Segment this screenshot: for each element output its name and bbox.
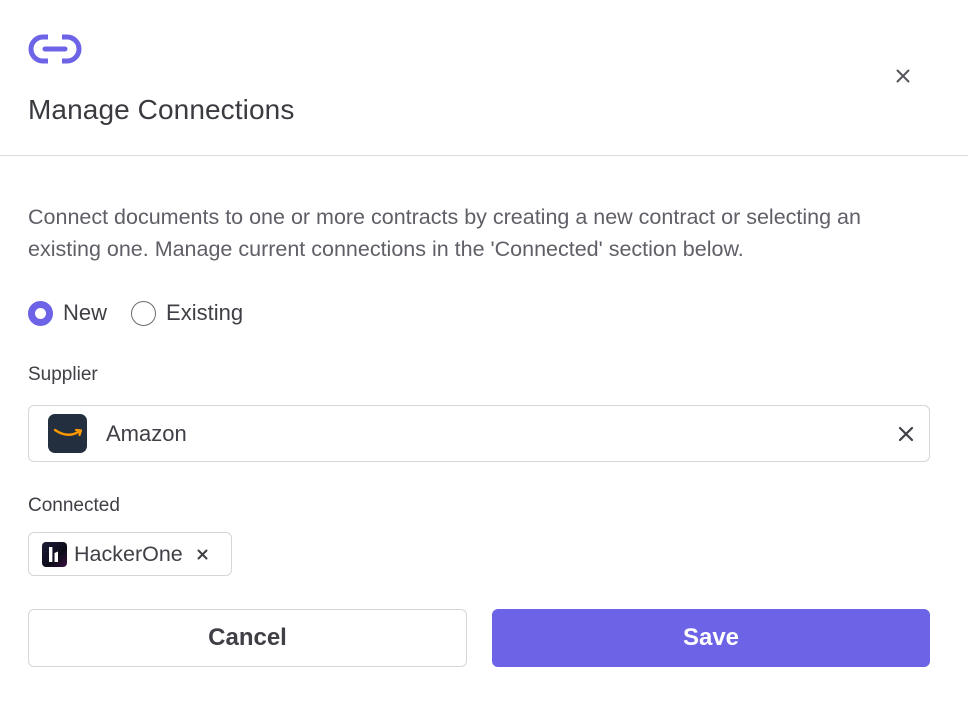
connected-chip-remove-button[interactable] [195, 546, 211, 562]
radio-new[interactable] [28, 300, 53, 326]
radio-existing[interactable] [131, 300, 157, 326]
modal-header: Manage Connections [0, 0, 968, 156]
supplier-select[interactable]: Amazon [28, 405, 930, 462]
link-icon [28, 34, 82, 64]
connected-chip: HackerOne [28, 532, 232, 576]
hackerone-logo-icon [42, 541, 67, 567]
modal-title: Manage Connections [28, 94, 295, 125]
amazon-logo-icon [48, 414, 87, 453]
mode-radio-group: New Existing [28, 297, 267, 329]
clear-icon [898, 426, 914, 442]
radio-option-existing[interactable]: Existing [131, 300, 243, 326]
supplier-label: Supplier [28, 364, 98, 385]
modal-description: Connect documents to one or more contrac… [28, 205, 861, 261]
remove-icon [197, 549, 208, 559]
close-button[interactable] [893, 66, 913, 86]
cancel-button[interactable]: Cancel [28, 609, 467, 667]
radio-new-label: New [63, 300, 108, 325]
close-icon [896, 69, 910, 83]
supplier-value: Amazon [106, 420, 187, 446]
connected-label: Connected [28, 495, 120, 516]
manage-connections-modal: Manage Connections Connect documents to … [0, 0, 968, 706]
save-button[interactable]: Save [492, 609, 930, 667]
radio-existing-label: Existing [166, 300, 244, 325]
supplier-clear-button[interactable] [895, 423, 917, 445]
connected-chip-label: HackerOne [74, 541, 183, 566]
radio-option-new[interactable]: New [28, 300, 107, 326]
